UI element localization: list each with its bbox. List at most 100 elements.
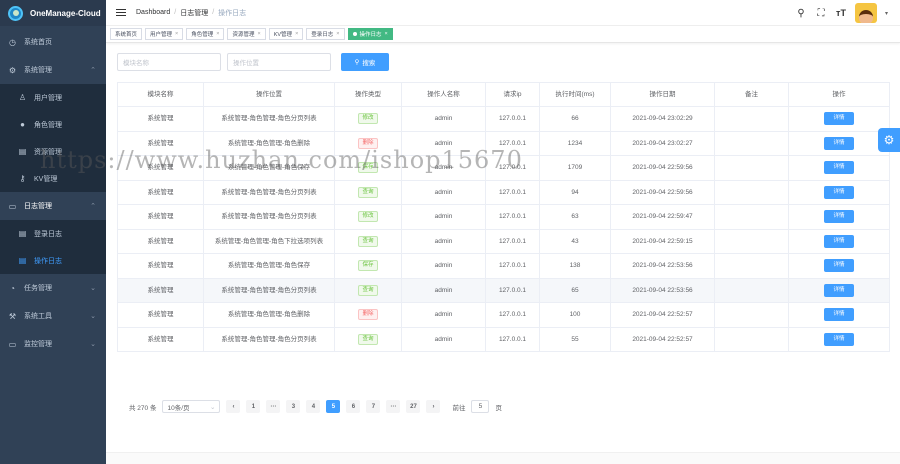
detail-button[interactable]: 详情: [824, 161, 854, 175]
page-ellipsis[interactable]: ···: [266, 400, 281, 413]
module-cell: 系统管理: [117, 204, 204, 230]
sidebar-item-logs[interactable]: ▭ 日志管理 ⌃: [0, 192, 106, 220]
sidebar-item-label: 操作日志: [34, 257, 62, 265]
next-page-button[interactable]: ›: [426, 400, 441, 413]
type-cell: 保存: [334, 253, 402, 279]
sidebar-item-home[interactable]: ◷ 系统首页: [0, 28, 106, 56]
close-icon[interactable]: ×: [385, 31, 388, 37]
column-header: 操作: [788, 82, 890, 107]
tag-users[interactable]: 用户管理 ×: [145, 28, 184, 40]
user-cell: admin: [401, 277, 486, 303]
tag-home[interactable]: 系统首页: [110, 28, 143, 40]
page-button[interactable]: 6: [346, 400, 361, 413]
table-row[interactable]: 系统管理 系统管理-角色管理-角色保存 保存 admin 127.0.0.1 138 202…: [117, 253, 890, 279]
sidebar-item-operation-log[interactable]: ▤ 操作日志: [0, 247, 106, 274]
close-icon[interactable]: ×: [336, 31, 339, 37]
search-icon: ⚲: [354, 59, 360, 66]
location-cell: 系统管理-角色管理-角色分页列表: [203, 204, 335, 230]
ip-cell: 127.0.0.1: [485, 326, 540, 352]
module-cell: 系统管理: [117, 302, 204, 328]
tag-login-log[interactable]: 登录日志 ×: [306, 28, 345, 40]
page-ellipsis[interactable]: ···: [386, 400, 401, 413]
page-button[interactable]: 27: [406, 400, 421, 413]
location-input[interactable]: 操作位置: [227, 53, 331, 71]
detail-button[interactable]: 详情: [824, 210, 854, 224]
module-name-input[interactable]: 模块名称: [117, 53, 221, 71]
page-button[interactable]: 5: [326, 400, 341, 413]
monitor-icon: ▭: [8, 339, 17, 349]
detail-button[interactable]: 详情: [824, 136, 854, 150]
detail-button[interactable]: 详情: [824, 283, 854, 297]
total-count: 共 270 条: [129, 404, 157, 412]
goto-page-input[interactable]: 5: [471, 400, 490, 413]
user-cell: admin: [401, 204, 486, 230]
tag-resources[interactable]: 资源管理 ×: [227, 28, 266, 40]
page-size-select[interactable]: 10条/页 ⌄: [162, 400, 221, 413]
sidebar-item-tools[interactable]: ⚒ 系统工具 ⌄: [0, 302, 106, 330]
sidebar-item-users[interactable]: ♙ 用户管理: [0, 84, 106, 111]
time-cell: 55: [539, 326, 611, 352]
table-row[interactable]: 系统管理 系统管理-角色管理-角色分页列表 查询 admin 127.0.0.1 65 20…: [117, 277, 890, 303]
user-cell: admin: [401, 228, 486, 254]
detail-button[interactable]: 详情: [824, 234, 854, 248]
page-button[interactable]: 3: [286, 400, 301, 413]
page-list: 1 ··· 3 4 5 6 7 ··· 27: [246, 400, 421, 413]
document-icon: ▤: [18, 229, 27, 238]
top-navbar: Dashboard / 日志管理 / 操作日志 ⚲ ⛶ ᴛT ▾: [106, 0, 900, 26]
close-icon[interactable]: ×: [175, 31, 178, 37]
page-button[interactable]: 7: [366, 400, 381, 413]
sidebar-item-label: 登录日志: [34, 230, 62, 238]
settings-gear-button[interactable]: ⚙: [878, 128, 900, 152]
tag-roles[interactable]: 角色管理 ×: [186, 28, 225, 40]
detail-button[interactable]: 详情: [824, 332, 854, 346]
time-cell: 138: [539, 253, 611, 279]
detail-button[interactable]: 详情: [824, 308, 854, 322]
remark-cell: [714, 326, 789, 352]
search-icon[interactable]: ⚲: [795, 8, 807, 19]
chevron-down-icon: ⌄: [90, 313, 96, 320]
brand[interactable]: OneManage-Cloud: [0, 0, 106, 26]
ip-cell: 127.0.0.1: [485, 302, 540, 328]
column-header: 操作位置: [203, 82, 335, 107]
sidebar-item-login-log[interactable]: ▤ 登录日志: [0, 220, 106, 247]
page-button[interactable]: 1: [246, 400, 261, 413]
location-cell: 系统管理-角色管理-角色删除: [203, 302, 335, 328]
user-cell: admin: [401, 326, 486, 352]
time-cell: 1709: [539, 155, 611, 181]
ip-cell: 127.0.0.1: [485, 253, 540, 279]
table-row[interactable]: 系统管理 系统管理-角色管理-角色分页列表 修改 admin 127.0.0.1 66 20…: [117, 106, 890, 132]
sidebar-item-tasks[interactable]: ◔ 任务管理 ⌄: [0, 274, 106, 302]
remark-cell: [714, 302, 789, 328]
avatar[interactable]: [854, 3, 877, 23]
time-cell: 66: [539, 106, 611, 132]
tag-operation-log[interactable]: 操作日志 ×: [347, 28, 393, 40]
detail-button[interactable]: 详情: [824, 112, 854, 126]
type-tag: 修改: [358, 211, 378, 223]
table-row[interactable]: 系统管理 系统管理-角色管理-角色分页列表 修改 admin 127.0.0.1 63 20…: [117, 204, 890, 230]
sidebar-item-system[interactable]: ⚙ 系统管理 ⌃: [0, 56, 106, 84]
hamburger-icon[interactable]: [116, 8, 126, 17]
fullscreen-icon[interactable]: ⛶: [815, 8, 827, 19]
search-button[interactable]: ⚲ 搜索: [341, 53, 389, 71]
time-cell: 43: [539, 228, 611, 254]
font-size-icon[interactable]: ᴛT: [835, 8, 847, 18]
table-row[interactable]: 系统管理 系统管理-角色管理-角色删除 删除 admin 127.0.0.1 100 202…: [117, 302, 890, 328]
tag-kv[interactable]: KV管理 ×: [268, 28, 304, 40]
date-cell: 2021-09-04 22:59:56: [610, 179, 715, 205]
breadcrumb-home[interactable]: Dashboard: [136, 9, 170, 16]
close-icon[interactable]: ×: [216, 31, 219, 37]
detail-button[interactable]: 详情: [824, 259, 854, 273]
close-icon[interactable]: ×: [295, 31, 298, 37]
table-row[interactable]: 系统管理 系统管理-角色管理-角色分页列表 查询 admin 127.0.0.1 94 20…: [117, 179, 890, 205]
sidebar-item-monitor[interactable]: ▭ 监控管理 ⌄: [0, 330, 106, 358]
table-row[interactable]: 系统管理 系统管理-角色管理-角色分页列表 查询 admin 127.0.0.1 55 20…: [117, 326, 890, 352]
table-row[interactable]: 系统管理 系统管理-角色管理-角色下拉选项列表 查询 admin 127.0.0.1 43…: [117, 228, 890, 254]
caret-down-icon[interactable]: ▾: [885, 10, 888, 17]
prev-page-button[interactable]: ‹: [226, 400, 241, 413]
type-cell: 查询: [334, 277, 402, 303]
close-icon[interactable]: ×: [258, 31, 261, 37]
chevron-down-icon: ⌄: [90, 285, 96, 292]
sidebar-item-roles[interactable]: ● 角色管理: [0, 111, 106, 138]
page-button[interactable]: 4: [306, 400, 321, 413]
detail-button[interactable]: 详情: [824, 185, 854, 199]
